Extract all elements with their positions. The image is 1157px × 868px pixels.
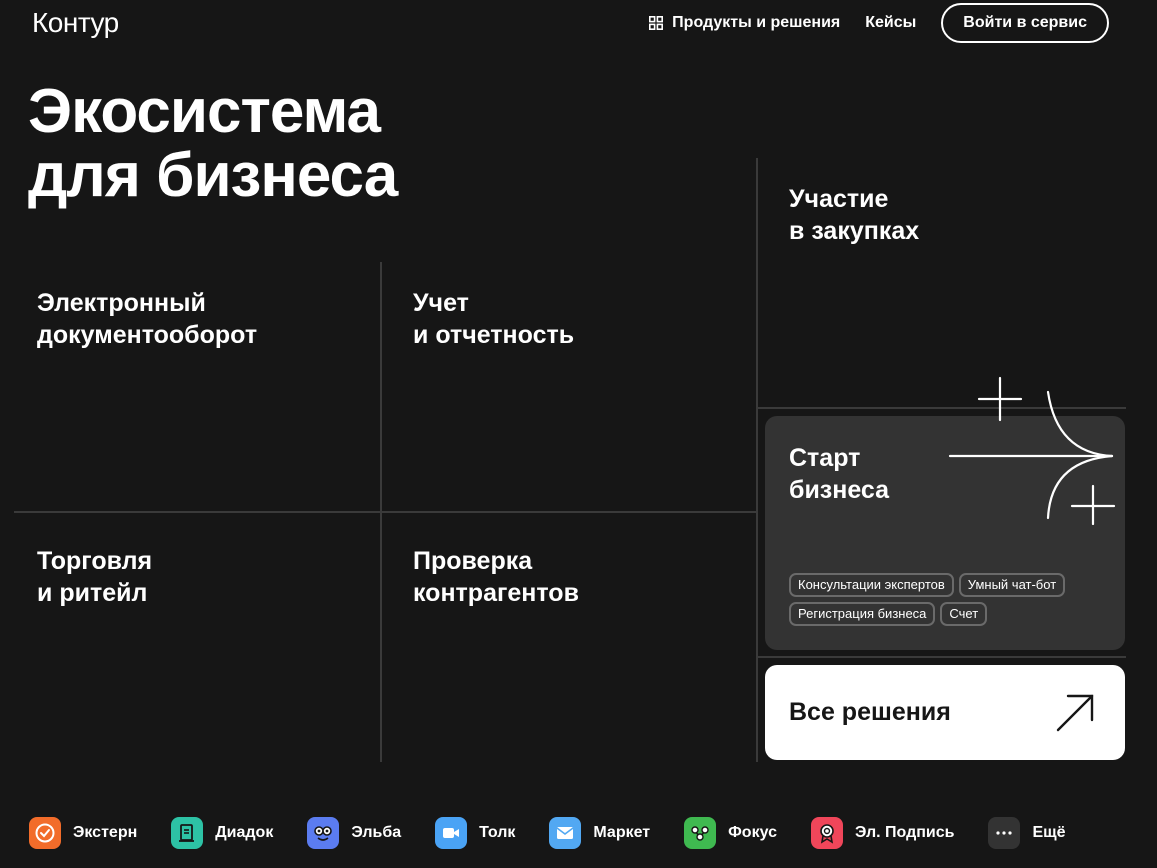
tag-consultations[interactable]: Консультации экспертов: [789, 573, 954, 597]
tile-procurement[interactable]: Участие в закупках: [789, 183, 919, 247]
hero-title-line2: для бизнеса: [28, 141, 398, 210]
hero-title-line1: Экосистема: [28, 77, 381, 146]
face-icon: [307, 817, 340, 849]
tag-chatbot[interactable]: Умный чат-бот: [958, 573, 1066, 597]
tile-accounting[interactable]: Учет и отчетность: [413, 287, 574, 351]
all-solutions-label: Все решения: [789, 698, 951, 726]
tile-accounting-line2: и отчетность: [413, 321, 575, 349]
more-icon: [988, 817, 1021, 849]
product-signature[interactable]: Эл. Подпись: [810, 817, 955, 849]
grid-divider: [758, 407, 1126, 409]
product-name: Эл. Подпись: [854, 824, 955, 841]
product-name: Толк: [479, 824, 516, 841]
tile-accounting-line1: Учет: [413, 289, 469, 317]
grid-divider: [14, 511, 756, 513]
product-name: Маркет: [593, 824, 651, 841]
tile-edo-line2: документооборот: [37, 321, 258, 349]
products-menu-label: Продукты и решения: [672, 14, 841, 31]
tile-edo[interactable]: Электронный документооборот: [37, 287, 257, 351]
tile-trade-line1: Торговля: [37, 547, 153, 575]
tile-start-business[interactable]: Старт бизнеса Консультации экспертов Умн…: [765, 416, 1125, 650]
tile-procurement-line1: Участие: [789, 185, 889, 213]
grid-icon: [649, 16, 664, 30]
grid-divider: [758, 656, 1126, 658]
product-name: Эльба: [351, 824, 402, 841]
arrow-up-right-icon: [1056, 694, 1094, 732]
document-icon: [171, 817, 204, 849]
tile-check-line2: контрагентов: [413, 579, 579, 607]
tag-registration[interactable]: Регистрация бизнеса: [789, 602, 936, 626]
cases-link[interactable]: Кейсы: [865, 14, 916, 32]
product-diadoc[interactable]: Диадок: [171, 817, 273, 849]
login-button[interactable]: Войти в сервис: [941, 3, 1109, 43]
start-tags: Консультации экспертов Умный чат-бот Рег…: [789, 573, 1109, 626]
product-name: Диадок: [215, 824, 274, 841]
product-market[interactable]: Маркет: [549, 817, 650, 849]
hero-title: Экосистема для бизнеса: [28, 77, 398, 210]
product-name: Фокус: [728, 824, 777, 841]
top-nav: Продукты и решения Кейсы Войти в сервис: [649, 3, 1109, 43]
grid-divider: [756, 158, 758, 762]
seal-icon: [810, 817, 843, 849]
tile-start-line1: Старт: [789, 444, 861, 472]
tag-invoice[interactable]: Счет: [940, 602, 988, 626]
product-name: Ещё: [1032, 824, 1066, 841]
tile-edo-line1: Электронный: [37, 289, 206, 317]
kontur-logo[interactable]: Контур: [32, 7, 119, 39]
product-name: Экстерн: [73, 824, 138, 841]
product-more[interactable]: Ещё: [988, 817, 1066, 849]
all-solutions-button[interactable]: Все решения: [765, 665, 1125, 760]
tile-check[interactable]: Проверка контрагентов: [413, 545, 579, 609]
tile-start-line2: бизнеса: [789, 476, 890, 504]
video-camera-icon: [435, 817, 468, 849]
tile-trade-line2: и ритейл: [37, 579, 148, 607]
product-elba[interactable]: Эльба: [307, 817, 401, 849]
envelope-icon: [549, 817, 582, 849]
tile-procurement-line2: в закупках: [789, 217, 920, 245]
check-icon: [29, 817, 61, 849]
product-focus[interactable]: Фокус: [684, 817, 777, 849]
graph-icon: [684, 817, 717, 849]
product-extern[interactable]: Экстерн: [29, 817, 137, 849]
tile-trade[interactable]: Торговля и ритейл: [37, 545, 152, 609]
products-menu-link[interactable]: Продукты и решения: [649, 14, 840, 32]
tile-check-line1: Проверка: [413, 547, 533, 575]
tile-start-title: Старт бизнеса: [789, 442, 889, 506]
product-bar: Экстерн Диадок Эльба Толк Маркет Фокус Э…: [29, 816, 1100, 850]
product-tolk[interactable]: Толк: [435, 817, 515, 849]
